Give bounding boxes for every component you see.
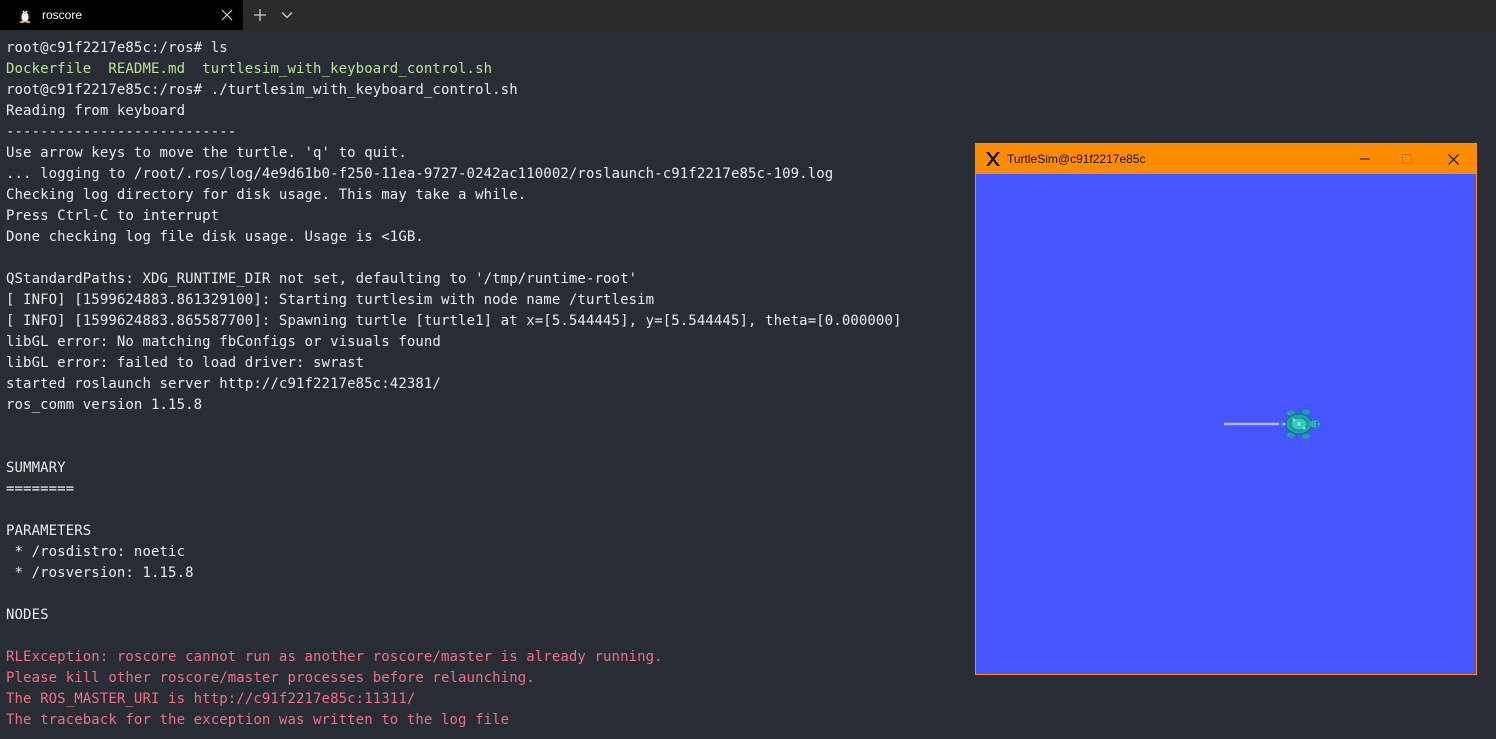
terminal-output[interactable]: root@c91f2217e85c:/ros# ls Dockerfile REA… (6, 38, 966, 738)
maximize-button[interactable] (1384, 144, 1430, 174)
terminal-text: Dockerfile README.md turtlesim_with_keyb… (6, 61, 493, 77)
terminal-text: PARAMETERS (6, 523, 92, 539)
terminal-line: Press Ctrl-C to interrupt (6, 206, 966, 227)
terminal-line: libGL error: No matching fbConfigs or vi… (6, 332, 966, 353)
terminal-text: Press Ctrl-C to interrupt (6, 208, 220, 224)
close-icon[interactable] (219, 7, 235, 23)
new-tab-button[interactable] (243, 0, 277, 30)
plus-icon (253, 8, 267, 22)
terminal-line: The ROS_MASTER_URI is http://c91f2217e85… (6, 689, 966, 710)
minimize-icon (1360, 154, 1370, 164)
terminal-text: root@c91f2217e85c:/ros# ./turtlesim_with… (6, 82, 518, 98)
terminal-text: ros_comm version 1.15.8 (6, 397, 203, 413)
terminal-line: root@c91f2217e85c:/ros# ./turtlesim_with… (6, 80, 966, 101)
window-close-button[interactable] (1430, 144, 1476, 174)
terminal-line: * /rosversion: 1.15.8 (6, 563, 966, 584)
turtlesim-window[interactable]: TurtleSim@c91f2217e85c (975, 143, 1477, 675)
terminal-text: Use arrow keys to move the turtle. 'q' t… (6, 145, 407, 161)
terminal-text: ======== (6, 481, 75, 497)
terminal-text: RLException: roscore cannot run as anoth… (6, 649, 663, 665)
terminal-line: * /rosdistro: noetic (6, 542, 966, 563)
turtlesim-canvas (976, 174, 1476, 674)
minimize-button[interactable] (1342, 144, 1388, 174)
terminal-text: Please kill other roscore/master process… (6, 670, 535, 686)
terminal-text: --------------------------- (6, 124, 237, 140)
terminal-line: [ INFO] [1599624883.861329100]: Starting… (6, 290, 966, 311)
terminal-line: Dockerfile README.md turtlesim_with_keyb… (6, 59, 966, 80)
tab-title: roscore (42, 8, 83, 22)
terminal-text: libGL error: failed to load driver: swra… (6, 355, 365, 371)
terminal-line: libGL error: failed to load driver: swra… (6, 353, 966, 374)
terminal-line: SUMMARY (6, 458, 966, 479)
chevron-down-icon (281, 11, 293, 19)
terminal-text: * /rosversion: 1.15.8 (6, 565, 194, 581)
tab-dropdown-button[interactable] (277, 0, 297, 30)
terminal-line: Please kill other roscore/master process… (6, 668, 966, 689)
terminal-text: libGL error: No matching fbConfigs or vi… (6, 334, 441, 350)
turtlesim-title: TurtleSim@c91f2217e85c (1007, 152, 1146, 166)
terminal-text: ... logging to /root/.ros/log/4e9d61b0-f… (6, 166, 834, 182)
linux-penguin-icon (18, 7, 32, 23)
close-icon (1447, 153, 1459, 165)
terminal-text: [ INFO] [1599624883.865587700]: Spawning… (6, 313, 902, 329)
terminal-line: started roslaunch server http://c91f2217… (6, 374, 966, 395)
terminal-line: root@c91f2217e85c:/ros# ls (6, 38, 966, 59)
terminal-line: [ INFO] [1599624883.865587700]: Spawning… (6, 311, 966, 332)
terminal-text: The ROS_MASTER_URI is http://c91f2217e85… (6, 691, 416, 707)
terminal-line: Reading from keyboard (6, 101, 966, 122)
terminal-line: Checking log directory for disk usage. T… (6, 185, 966, 206)
terminal-text: QStandardPaths: XDG_RUNTIME_DIR not set,… (6, 271, 638, 287)
terminal-line: PARAMETERS (6, 521, 966, 542)
x-logo-icon (985, 151, 1001, 167)
terminal-line: ======== (6, 479, 966, 500)
maximize-icon (1402, 154, 1412, 164)
terminal-line: RLException: roscore cannot run as anoth… (6, 647, 966, 668)
turtlesim-titlebar[interactable]: TurtleSim@c91f2217e85c (976, 144, 1476, 174)
terminal-line: --------------------------- (6, 122, 966, 143)
terminal-line: ... logging to /root/.ros/log/4e9d61b0-f… (6, 164, 966, 185)
terminal-line: Use arrow keys to move the turtle. 'q' t… (6, 143, 966, 164)
terminal-line: ros_comm version 1.15.8 (6, 395, 966, 416)
terminal-text: * /rosdistro: noetic (6, 544, 186, 560)
terminal-text: NODES (6, 607, 49, 623)
tab-bar: roscore (0, 0, 1496, 30)
terminal-line: Done checking log file disk usage. Usage… (6, 227, 966, 248)
tab-roscore[interactable]: roscore (0, 0, 243, 30)
terminal-text: The traceback for the exception was writ… (6, 712, 510, 728)
terminal-line: QStandardPaths: XDG_RUNTIME_DIR not set,… (6, 269, 966, 290)
terminal-text: [ INFO] [1599624883.861329100]: Starting… (6, 292, 655, 308)
terminal-line: The traceback for the exception was writ… (6, 710, 966, 731)
terminal-text: Done checking log file disk usage. Usage… (6, 229, 424, 245)
terminal-text: Checking log directory for disk usage. T… (6, 187, 527, 203)
terminal-line: NODES (6, 605, 966, 626)
terminal-text: root@c91f2217e85c:/ros# ls (6, 40, 228, 56)
terminal-text: Reading from keyboard (6, 103, 186, 119)
terminal-text: started roslaunch server http://c91f2217… (6, 376, 441, 392)
terminal-text: SUMMARY (6, 460, 66, 476)
